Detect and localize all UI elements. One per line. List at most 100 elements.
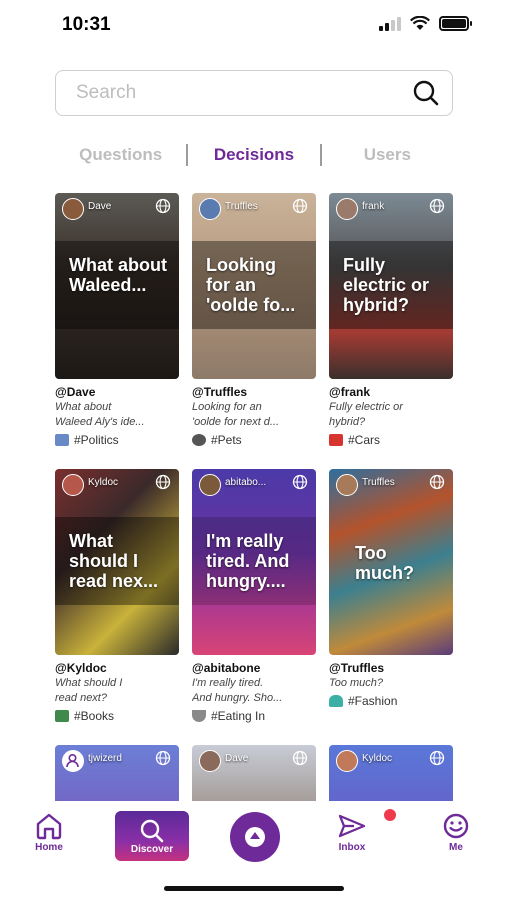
- card-snippet: What about Waleed Aly's ide...: [55, 401, 145, 428]
- decisions-grid: Dave What about Waleed... @Dave What abo…: [55, 193, 454, 801]
- card-handle[interactable]: @Truffles: [329, 661, 453, 676]
- nav-home-label: Home: [35, 842, 63, 853]
- nav-me-label: Me: [449, 842, 463, 853]
- avatar: [199, 474, 221, 496]
- card-category-tag[interactable]: #Pets: [192, 433, 316, 447]
- car-icon: [329, 434, 343, 446]
- avatar: [199, 750, 221, 772]
- decision-card[interactable]: frank Fully electric or hybrid? @frank F…: [329, 193, 453, 447]
- decision-card[interactable]: abitabo... I'm really tired. And hungry.…: [192, 469, 316, 723]
- avatar: [199, 198, 221, 220]
- nav-inbox[interactable]: Inbox: [336, 812, 368, 853]
- card-category-tag[interactable]: #Cars: [329, 433, 453, 447]
- card-thumbnail[interactable]: frank Fully electric or hybrid?: [329, 193, 453, 379]
- card-username: frank: [362, 201, 385, 212]
- notification-dot: [384, 809, 396, 821]
- card-overlay-text: What about Waleed...: [69, 255, 167, 295]
- globe-icon: [155, 750, 171, 766]
- decision-card[interactable]: Truffles Looking for an 'oolde fo... @Tr…: [192, 193, 316, 447]
- card-thumbnail[interactable]: Truffles Looking for an 'oolde fo...: [192, 193, 316, 379]
- card-overlay-text: I'm really tired. And hungry....: [206, 531, 290, 591]
- home-icon: [36, 813, 62, 840]
- card-thumbnail[interactable]: Truffles Too much?: [329, 469, 453, 655]
- avatar: [62, 474, 84, 496]
- create-decision-button[interactable]: [230, 812, 280, 862]
- avatar: [62, 198, 84, 220]
- card-thumbnail[interactable]: abitabo... I'm really tired. And hungry.…: [192, 469, 316, 655]
- books-icon: [55, 710, 69, 722]
- nav-home[interactable]: Home: [34, 812, 64, 853]
- card-category-tag[interactable]: #Politics: [55, 433, 179, 447]
- tag-label: #Cars: [348, 433, 381, 447]
- decision-card[interactable]: Truffles Too much? @Truffles Too much? #…: [329, 469, 453, 708]
- paw-icon: [192, 434, 206, 446]
- globe-icon: [292, 198, 308, 214]
- card-handle[interactable]: @Kyldoc: [55, 661, 179, 676]
- card-snippet: Too much?: [329, 677, 384, 689]
- status-bar: 10:31: [0, 0, 507, 52]
- nav-inbox-label: Inbox: [338, 842, 366, 853]
- card-username: Dave: [225, 753, 249, 764]
- globe-icon: [292, 474, 308, 490]
- segment-tabs: Questions Decisions Users: [55, 142, 453, 168]
- app-logo-icon: [245, 827, 265, 847]
- avatar: [336, 750, 358, 772]
- tag-label: #Politics: [74, 433, 119, 447]
- globe-sticker-icon: [55, 434, 69, 446]
- card-snippet: What should I read next?: [55, 677, 123, 704]
- card-category-tag[interactable]: #Books: [55, 709, 179, 723]
- bowl-icon: [192, 710, 206, 722]
- card-handle[interactable]: @abitabone: [192, 661, 316, 676]
- card-thumbnail[interactable]: Dave What about Waleed...: [55, 193, 179, 379]
- nav-discover[interactable]: Discover: [115, 811, 189, 861]
- card-overlay-text: What should I read nex...: [69, 531, 159, 591]
- search-bar[interactable]: [55, 70, 453, 116]
- card-overlay-text: Too much?: [355, 543, 415, 583]
- nav-me[interactable]: Me: [441, 812, 471, 853]
- decision-card[interactable]: Kyldoc: [329, 745, 453, 801]
- card-handle[interactable]: @Truffles: [192, 385, 316, 400]
- tab-questions[interactable]: Questions: [55, 145, 186, 165]
- globe-icon: [155, 474, 171, 490]
- card-username: abitabo...: [225, 477, 267, 488]
- card-username: Kyldoc: [88, 477, 119, 488]
- card-handle[interactable]: @frank: [329, 385, 453, 400]
- user-icon: [66, 753, 79, 768]
- card-category-tag[interactable]: #Fashion: [329, 694, 453, 708]
- battery-icon: [439, 16, 472, 31]
- tag-label: #Pets: [211, 433, 242, 447]
- decision-card[interactable]: Kyldoc What should I read nex... @Kyldoc…: [55, 469, 179, 723]
- tag-label: #Books: [74, 709, 115, 723]
- tab-decisions[interactable]: Decisions: [188, 145, 319, 165]
- globe-icon: [429, 474, 445, 490]
- decision-card[interactable]: Dave: [192, 745, 316, 801]
- card-snippet: I'm really tired. And hungry. Sho...: [192, 677, 283, 704]
- card-thumbnail[interactable]: Dave: [192, 745, 316, 801]
- cellular-signal-icon: [379, 16, 401, 31]
- card-overlay-text: Looking for an 'oolde fo...: [206, 255, 296, 315]
- card-snippet: Looking for an 'oolde for next d...: [192, 401, 280, 428]
- search-input[interactable]: [76, 82, 412, 104]
- tab-users[interactable]: Users: [322, 145, 453, 165]
- card-thumbnail[interactable]: Kyldoc: [329, 745, 453, 801]
- tag-label: #Fashion: [348, 694, 398, 708]
- card-username: Truffles: [225, 201, 258, 212]
- card-handle[interactable]: @Dave: [55, 385, 179, 400]
- card-overlay-text: Fully electric or hybrid?: [343, 255, 430, 315]
- home-indicator: [164, 886, 344, 891]
- tag-label: #Eating In: [211, 709, 266, 723]
- status-time: 10:31: [62, 14, 111, 35]
- card-category-tag[interactable]: #Eating In: [192, 709, 316, 723]
- avatar: [336, 198, 358, 220]
- card-thumbnail[interactable]: tjwizerd: [55, 745, 179, 801]
- card-thumbnail[interactable]: Kyldoc What should I read nex...: [55, 469, 179, 655]
- dress-icon: [329, 695, 343, 707]
- search-icon: [140, 819, 164, 842]
- decision-card[interactable]: tjwizerd: [55, 745, 179, 801]
- decision-card[interactable]: Dave What about Waleed... @Dave What abo…: [55, 193, 179, 447]
- globe-icon: [292, 750, 308, 766]
- search-icon[interactable]: [412, 79, 440, 107]
- globe-icon: [429, 198, 445, 214]
- nav-discover-label: Discover: [130, 843, 174, 855]
- card-username: Dave: [88, 201, 112, 212]
